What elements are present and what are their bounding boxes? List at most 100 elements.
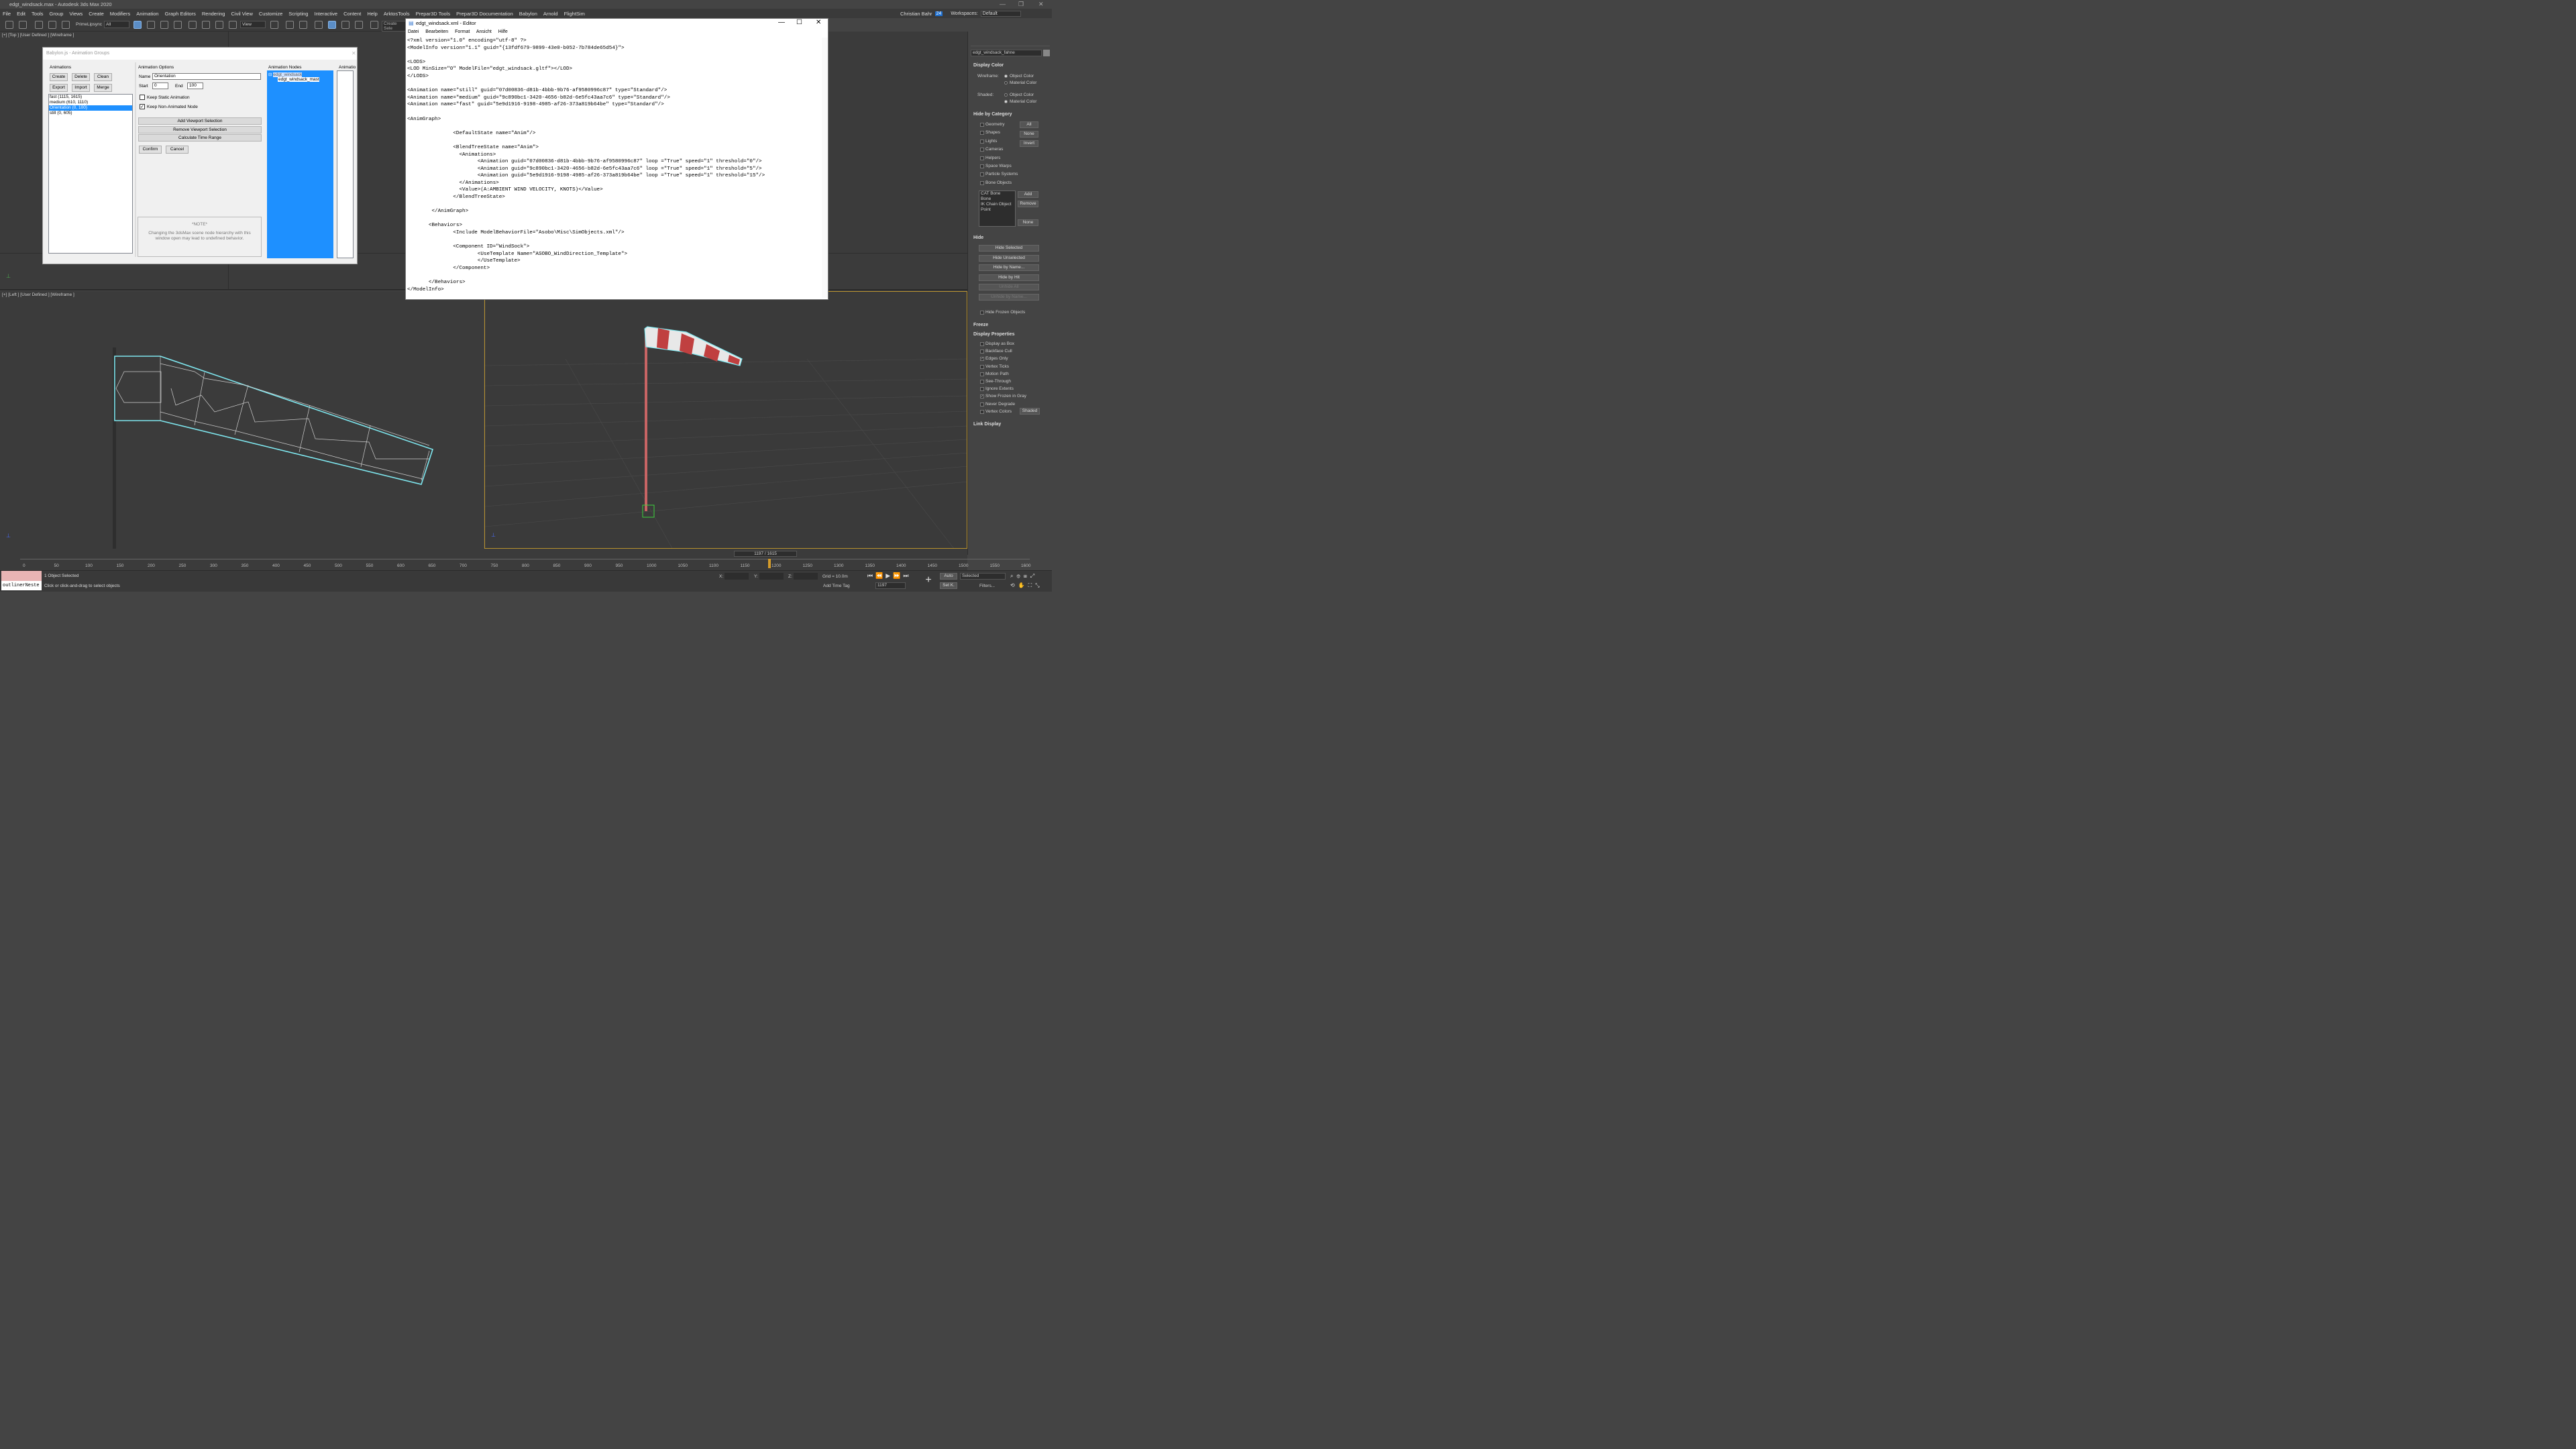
menu-item-modifiers[interactable]: Modifiers [110,11,130,17]
merge-button[interactable]: Merge [94,84,112,92]
category-checkbox[interactable] [980,123,984,127]
menu-item-customize[interactable]: Customize [259,11,282,17]
display-property-checkbox[interactable]: ✓ [980,357,984,362]
viewport-perspective[interactable]: ⊥ [484,291,967,549]
percent-snap-icon[interactable] [341,21,350,29]
hide-by-name-button[interactable]: Hide by Name... [979,264,1039,272]
selection-filter-dropdown[interactable]: All [104,21,129,28]
user-name[interactable]: Christian Bahr [900,11,932,17]
filters-button[interactable]: Filters... [979,584,995,588]
menu-item-rendering[interactable]: Rendering [202,11,225,17]
display-property-checkbox[interactable] [980,409,984,414]
unhide-all-button[interactable]: Unhide All [979,284,1039,291]
tree-node-child[interactable]: edgt_windsack_mast [278,77,319,82]
wireframe-object-color-radio[interactable] [1004,74,1008,78]
undo-icon[interactable] [5,21,13,29]
all-button[interactable]: All [1020,121,1038,128]
redo-icon[interactable] [19,21,27,29]
create-selection-set-dropdown[interactable]: Create Sele [382,21,406,32]
display-property-checkbox[interactable] [980,380,984,384]
bind-spacewarp-icon[interactable] [62,21,70,29]
menu-item-edit[interactable]: Edit [17,11,25,17]
z-field[interactable] [794,573,818,580]
shaded-button[interactable]: Shaded [1020,408,1040,415]
name-input[interactable]: Orientation [152,73,261,80]
rectangular-selection-icon[interactable] [160,21,168,29]
menu-item-flightsim[interactable]: FlightSim [564,11,585,17]
menu-item-scripting[interactable]: Scripting [288,11,308,17]
list-item[interactable]: still (0, 605) [49,111,132,116]
window-crossing-icon[interactable] [174,21,182,29]
display-color-heading[interactable]: Display Color [973,63,1004,68]
dialog-close-icon[interactable]: ✕ [352,50,356,56]
frame-field[interactable]: 1197 [875,582,906,589]
select-by-name-icon[interactable] [147,21,155,29]
editor-menu-item[interactable]: Datei [408,30,419,34]
viewport-orbit-icons[interactable]: ⟲✋⛶⤡ [1010,582,1043,589]
listener-field[interactable] [1,571,42,581]
editor-maximize-icon[interactable]: ☐ [796,19,802,26]
menu-item-babylon[interactable]: Babylon [519,11,537,17]
display-property-checkbox[interactable] [980,372,984,376]
set-key-icon[interactable]: + [922,574,935,587]
clean-button[interactable]: Clean [94,73,112,81]
bone-filter-list[interactable]: CAT Bone Bone IK Chain Object Point [979,191,1016,227]
unlink-icon[interactable] [48,21,56,29]
confirm-button[interactable]: Confirm [139,146,162,154]
category-checkbox[interactable] [980,139,984,144]
minimize-icon[interactable]: — [1000,0,1006,9]
start-input[interactable]: 0 [152,83,168,89]
none-button[interactable]: None [1018,219,1038,226]
list-item[interactable]: fast (1115, 1615) [49,95,132,100]
category-checkbox[interactable] [980,148,984,152]
close-icon[interactable]: ✕ [1038,0,1044,9]
list-item-selected[interactable]: Orientation (0, 100) [49,105,132,111]
spinner-snap-icon[interactable] [355,21,363,29]
script-field[interactable]: outlinerNeste [1,581,42,590]
placement-icon[interactable] [229,21,237,29]
menu-item-views[interactable]: Views [69,11,83,17]
remove-viewport-selection-button[interactable]: Remove Viewport Selection [138,126,262,133]
rotate-icon[interactable] [202,21,210,29]
end-input[interactable]: 100 [187,83,203,89]
menu-item-civil-view[interactable]: Civil View [231,11,252,17]
category-checkbox[interactable] [980,172,984,177]
list-item[interactable]: Bone [979,197,1015,202]
hide-unselected-button[interactable]: Hide Unselected [979,254,1039,262]
menu-item-interactive[interactable]: Interactive [314,11,337,17]
menu-item-animation[interactable]: Animation [136,11,158,17]
display-property-checkbox[interactable] [980,402,984,407]
list-item[interactable]: IK Chain Object [979,202,1015,207]
wireframe-material-color-radio[interactable] [1004,81,1008,85]
display-properties-heading[interactable]: Display Properties [973,332,1014,337]
y-field[interactable] [759,573,784,580]
notification-badge[interactable]: 24 [934,11,943,16]
animation-panel[interactable] [337,70,354,258]
add-button[interactable]: Add [1018,191,1038,198]
select-object-icon[interactable] [133,21,142,29]
tree-node-root[interactable]: ⊟ edgt_windsack [267,72,333,77]
edit-named-selection-icon[interactable] [370,21,378,29]
menu-item-help[interactable]: Help [367,11,377,17]
snaps-toggle-icon[interactable] [315,21,323,29]
shaded-material-color-radio[interactable] [1004,100,1008,103]
delete-button[interactable]: Delete [72,73,90,81]
select-manipulate-icon[interactable] [286,21,294,29]
menu-item-group[interactable]: Group [50,11,64,17]
editor-close-icon[interactable]: ✕ [816,19,821,26]
workspace-select[interactable]: Default [980,10,1021,17]
animation-node-tree[interactable]: ⊟ edgt_windsack edgt_windsack_mast [267,70,333,258]
menu-item-graph-editors[interactable]: Graph Editors [165,11,196,17]
viewport-top-label[interactable]: [+] [Top ] [User Defined ] [Wireframe ] [2,33,74,38]
animation-group-list[interactable]: fast (1115, 1615) medium (610, 1110) Ori… [48,94,133,254]
category-checkbox[interactable] [980,131,984,136]
scale-icon[interactable] [215,21,223,29]
display-property-checkbox[interactable] [980,342,984,346]
editor-scrollbar[interactable] [822,38,828,298]
tree-expand-icon[interactable]: ⊟ [268,72,272,77]
hide-frozen-checkbox[interactable] [980,311,984,315]
menu-item-arktostools[interactable]: ArktosTools [384,11,410,17]
link-icon[interactable] [35,21,43,29]
viewport-nav-icons[interactable]: ⌕⊕⊞⤢ [1010,573,1038,580]
invert-button[interactable]: Invert [1020,140,1038,147]
